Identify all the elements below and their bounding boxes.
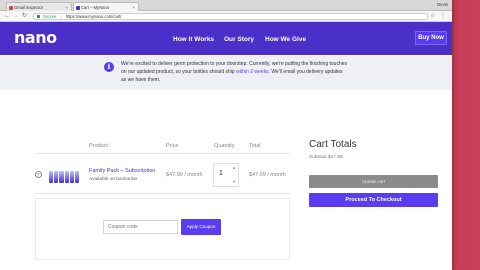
bookmark-star-icon[interactable]: ☆: [430, 12, 435, 19]
column-header-product: Product: [89, 143, 108, 149]
notice-text: We're excited to deliver germ protection…: [121, 60, 347, 84]
proceed-to-checkout-button[interactable]: Proceed To Checkout: [309, 193, 438, 207]
nav-how-we-give[interactable]: How We Give: [265, 36, 306, 43]
product-name-link[interactable]: Family Pack – Subscription: [89, 168, 155, 174]
item-total: $47.99 / month: [249, 172, 286, 178]
quantity-value[interactable]: 1: [219, 170, 223, 177]
url-separator: |: [60, 14, 62, 19]
update-cart-button[interactable]: Update cart: [309, 175, 438, 188]
browser-window: Gmail inspector × Cart – MyNano × Devin …: [0, 0, 452, 270]
tab-gmail-inspector[interactable]: Gmail inspector ×: [6, 2, 72, 11]
tab-cart-mynano[interactable]: Cart – MyNano ×: [73, 2, 139, 11]
browser-menu-icon[interactable]: ⋮: [440, 12, 446, 19]
subtotal-text: Subtotal $47.99: [309, 155, 343, 160]
info-icon: i: [104, 62, 114, 72]
nav-how-it-works[interactable]: How It Works: [173, 36, 214, 43]
close-tab-icon[interactable]: ×: [132, 5, 135, 10]
quantity-decrease-icon[interactable]: ▼: [232, 179, 236, 184]
quantity-increase-icon[interactable]: ▲: [232, 165, 236, 170]
column-header-total: Total: [249, 143, 261, 149]
secure-label: Secure: [43, 14, 57, 19]
tab-label: Gmail inspector: [14, 5, 44, 10]
notice-highlight: within 2 weeks: [236, 69, 269, 75]
coupon-code-input[interactable]: [103, 220, 178, 234]
apply-coupon-button[interactable]: Apply Coupon: [181, 219, 221, 235]
url-text: https://www.mynano.com/cart/: [65, 14, 122, 19]
remove-item-icon[interactable]: ×: [35, 171, 42, 178]
item-price: $47.99 / month: [166, 172, 203, 178]
buy-now-button[interactable]: Buy Now: [415, 31, 447, 45]
profile-name[interactable]: Devin: [437, 2, 448, 7]
lock-icon: [37, 15, 40, 18]
table-divider: [35, 193, 290, 194]
address-bar: ← → ↻ Secure | https://www.mynano.com/ca…: [0, 11, 452, 22]
nano-logo[interactable]: nano: [14, 28, 57, 47]
gmail-favicon-icon: [9, 5, 13, 10]
cart-totals-title: Cart Totals: [309, 139, 357, 150]
column-header-price: Price: [166, 143, 179, 149]
url-input[interactable]: Secure | https://www.mynano.com/cart/: [33, 13, 428, 20]
shipping-notice: i We're excited to deliver germ protecti…: [0, 56, 452, 90]
reload-icon[interactable]: ↻: [22, 13, 27, 19]
close-tab-icon[interactable]: ×: [65, 5, 68, 10]
nav-our-story[interactable]: Our Story: [224, 36, 254, 43]
table-divider: [35, 153, 290, 154]
tab-label: Cart – MyNano: [81, 5, 110, 10]
nano-favicon-icon: [76, 5, 80, 10]
column-header-quantity: Quantity: [214, 143, 235, 149]
forward-arrow-icon[interactable]: →: [13, 13, 19, 19]
product-thumbnail[interactable]: [49, 169, 80, 183]
product-availability: Available on backorder: [89, 177, 138, 182]
back-arrow-icon[interactable]: ←: [4, 13, 10, 19]
site-header: nano How It Works Our Story How We Give …: [0, 22, 452, 55]
tab-strip: Gmail inspector × Cart – MyNano × Devin: [0, 0, 452, 11]
